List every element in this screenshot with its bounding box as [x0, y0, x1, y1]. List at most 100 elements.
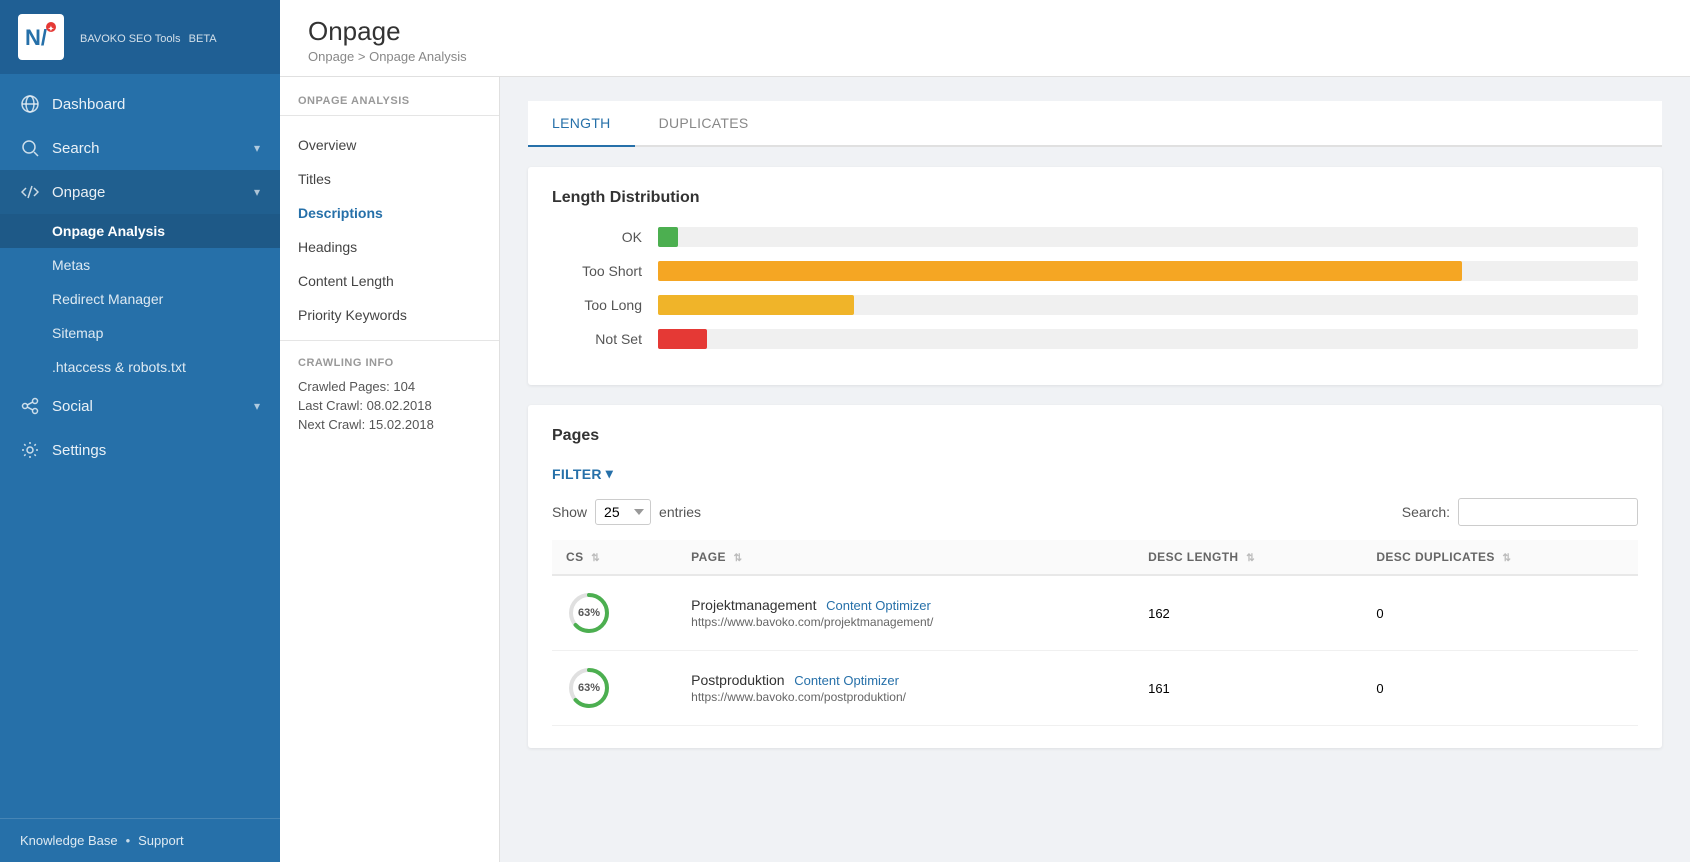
- length-distribution-title: Length Distribution: [552, 189, 1638, 207]
- sort-icon-page: ⇅: [734, 553, 743, 564]
- bar-row-ok: OK: [552, 227, 1638, 247]
- next-crawl-info: Next Crawl: 15.02.2018: [298, 417, 481, 432]
- sidebar-sub-item-label: Redirect Manager: [52, 291, 163, 307]
- page-header: Onpage Onpage > Onpage Analysis: [280, 0, 1690, 77]
- last-crawl-info: Last Crawl: 08.02.2018: [298, 398, 481, 413]
- show-entries-row: Show 10 25 50 100 entries: [552, 499, 701, 525]
- tab-duplicates[interactable]: DUPLICATES: [635, 101, 773, 147]
- sidebar-sub-item-htaccess[interactable]: .htaccess & robots.txt: [0, 350, 280, 384]
- globe-icon: [20, 94, 40, 114]
- secondary-nav-item-priority-keywords[interactable]: Priority Keywords: [280, 298, 499, 332]
- page-title: Onpage: [308, 16, 1662, 47]
- sidebar-sub-item-metas[interactable]: Metas: [0, 248, 280, 282]
- knowledge-base-link[interactable]: Knowledge Base: [20, 833, 118, 848]
- bar-row-too-short: Too Short: [552, 261, 1638, 281]
- progress-circle-2: 63%: [566, 665, 612, 711]
- secondary-nav-item-titles[interactable]: Titles: [280, 162, 499, 196]
- length-distribution-card: Length Distribution OK Too Short Too Lon…: [528, 167, 1662, 385]
- secondary-nav-item-overview[interactable]: Overview: [280, 128, 499, 162]
- brand-name: BAVOKO SEO Tools BETA: [76, 29, 217, 46]
- tabs-bar: LENGTH DUPLICATES: [528, 101, 1662, 147]
- sidebar-sub-item-onpage-analysis[interactable]: Onpage Analysis: [0, 214, 280, 248]
- search-icon: [20, 138, 40, 158]
- filter-label: FILTER: [552, 466, 602, 482]
- secondary-nav-crawl-info: CRAWLING INFO Crawled Pages: 104 Last Cr…: [280, 340, 499, 432]
- progress-label-2: 63%: [578, 682, 600, 694]
- gear-icon: [20, 440, 40, 460]
- cell-desc-length-2: 161: [1134, 651, 1362, 726]
- page-name-2: Postproduktion: [691, 672, 784, 688]
- cell-desc-duplicates-2: 0: [1362, 651, 1638, 726]
- content-area: ONPAGE ANALYSIS Overview Titles Descript…: [280, 77, 1690, 862]
- main-content: Onpage Onpage > Onpage Analysis ONPAGE A…: [280, 0, 1690, 862]
- support-link[interactable]: Support: [138, 833, 184, 848]
- cell-page-2: Postproduktion Content Optimizer https:/…: [677, 651, 1134, 726]
- col-header-desc-duplicates[interactable]: DESC DUPLICATES ⇅: [1362, 540, 1638, 575]
- search-label: Search:: [1402, 504, 1450, 520]
- sidebar-item-social[interactable]: Social ▾: [0, 384, 280, 428]
- show-entries-select[interactable]: 10 25 50 100: [595, 499, 651, 525]
- bar-fill-too-short: [658, 261, 1462, 281]
- sidebar-header: N/ ✦ BAVOKO SEO Tools BETA: [0, 0, 280, 74]
- bar-label-ok: OK: [552, 229, 642, 245]
- filter-chevron-icon: ▾: [606, 465, 613, 482]
- col-header-cs[interactable]: CS ⇅: [552, 540, 677, 575]
- sidebar: N/ ✦ BAVOKO SEO Tools BETA Dashboard: [0, 0, 280, 862]
- chevron-down-icon: ▾: [254, 185, 260, 199]
- bar-fill-not-set: [658, 329, 707, 349]
- filter-button[interactable]: FILTER ▾: [552, 465, 613, 482]
- chevron-down-icon: ▾: [254, 141, 260, 155]
- secondary-nav-divider: [280, 115, 499, 116]
- footer-separator: •: [126, 833, 131, 848]
- progress-circle-1: 63%: [566, 590, 612, 636]
- pages-card: Pages FILTER ▾ Show 10 25 50 100: [528, 405, 1662, 748]
- entries-label: entries: [659, 504, 701, 520]
- bar-track-ok: [658, 227, 1638, 247]
- sidebar-item-search[interactable]: Search ▾: [0, 126, 280, 170]
- cell-progress-1: 63%: [552, 575, 677, 651]
- svg-text:N/: N/: [25, 25, 47, 50]
- bar-row-too-long: Too Long: [552, 295, 1638, 315]
- app-logo: N/ ✦: [18, 14, 64, 60]
- table-search-row: Search:: [1402, 498, 1638, 526]
- sidebar-sub-item-label: Metas: [52, 257, 90, 273]
- col-header-page[interactable]: PAGE ⇅: [677, 540, 1134, 575]
- secondary-nav-section-label: ONPAGE ANALYSIS: [280, 95, 499, 115]
- sidebar-sub-item-sitemap[interactable]: Sitemap: [0, 316, 280, 350]
- table-row: 63% Projektmanagement Content Optimizer …: [552, 575, 1638, 651]
- optimizer-link-1[interactable]: Content Optimizer: [826, 598, 931, 613]
- col-header-desc-length[interactable]: DESC LENGTH ⇅: [1134, 540, 1362, 575]
- sidebar-footer: Knowledge Base • Support: [0, 818, 280, 862]
- sidebar-item-dashboard[interactable]: Dashboard: [0, 82, 280, 126]
- sort-icon-cs: ⇅: [591, 553, 600, 564]
- optimizer-link-2[interactable]: Content Optimizer: [794, 673, 899, 688]
- bar-fill-too-long: [658, 295, 854, 315]
- bar-fill-ok: [658, 227, 678, 247]
- secondary-nav-item-headings[interactable]: Headings: [280, 230, 499, 264]
- table-row: 63% Postproduktion Content Optimizer htt…: [552, 651, 1638, 726]
- show-label: Show: [552, 504, 587, 520]
- sidebar-item-settings[interactable]: Settings: [0, 428, 280, 472]
- page-content: LENGTH DUPLICATES Length Distribution OK…: [500, 77, 1690, 862]
- page-url-1: https://www.bavoko.com/projektmanagement…: [691, 615, 1120, 629]
- secondary-nav: ONPAGE ANALYSIS Overview Titles Descript…: [280, 77, 500, 862]
- secondary-nav-item-descriptions[interactable]: Descriptions: [280, 196, 499, 230]
- crawling-section-label: CRAWLING INFO: [298, 357, 481, 369]
- share-icon: [20, 396, 40, 416]
- sidebar-item-label: Dashboard: [52, 96, 125, 113]
- secondary-nav-item-content-length[interactable]: Content Length: [280, 264, 499, 298]
- sidebar-item-onpage[interactable]: Onpage ▾: [0, 170, 280, 214]
- sort-icon-desc-length: ⇅: [1246, 553, 1255, 564]
- page-name-1: Projektmanagement: [691, 597, 816, 613]
- table-search-input[interactable]: [1458, 498, 1638, 526]
- sidebar-item-label: Search: [52, 140, 100, 157]
- sidebar-sub-item-redirect-manager[interactable]: Redirect Manager: [0, 282, 280, 316]
- svg-text:✦: ✦: [48, 25, 54, 33]
- cell-page-1: Projektmanagement Content Optimizer http…: [677, 575, 1134, 651]
- cell-desc-duplicates-1: 0: [1362, 575, 1638, 651]
- sidebar-item-label: Settings: [52, 442, 106, 459]
- tab-length[interactable]: LENGTH: [528, 101, 635, 147]
- breadcrumb: Onpage > Onpage Analysis: [308, 49, 1662, 64]
- sidebar-nav: Dashboard Search ▾ Onpage: [0, 74, 280, 818]
- sidebar-item-label: Onpage: [52, 184, 105, 201]
